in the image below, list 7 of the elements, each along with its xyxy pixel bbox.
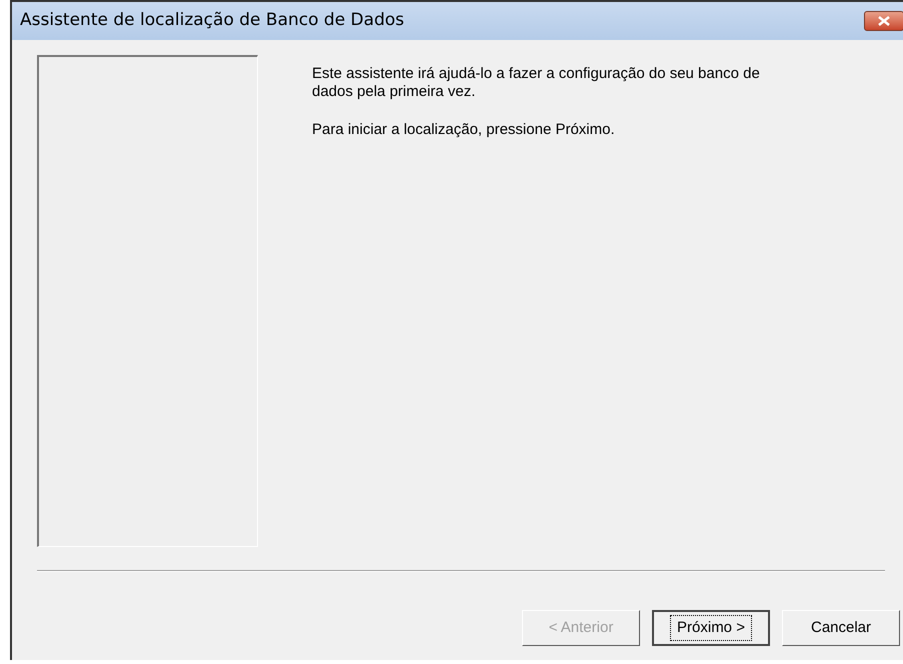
instruction-text: Este assistente irá ajudá-lo a fazer a configuração do seu banco de dados pela primeira vez. bbox=[312, 65, 761, 101]
close-icon bbox=[878, 16, 890, 26]
instruction-text: Para iniciar a localização, pressione Próximo. bbox=[312, 121, 616, 139]
wizard-button[interactable]: Próximo > bbox=[652, 610, 770, 646]
close-button[interactable] bbox=[864, 11, 903, 31]
window-title: Assistente de localização de Banco de Dados bbox=[20, 9, 404, 32]
wizard-button[interactable]: Cancelar bbox=[782, 610, 900, 646]
